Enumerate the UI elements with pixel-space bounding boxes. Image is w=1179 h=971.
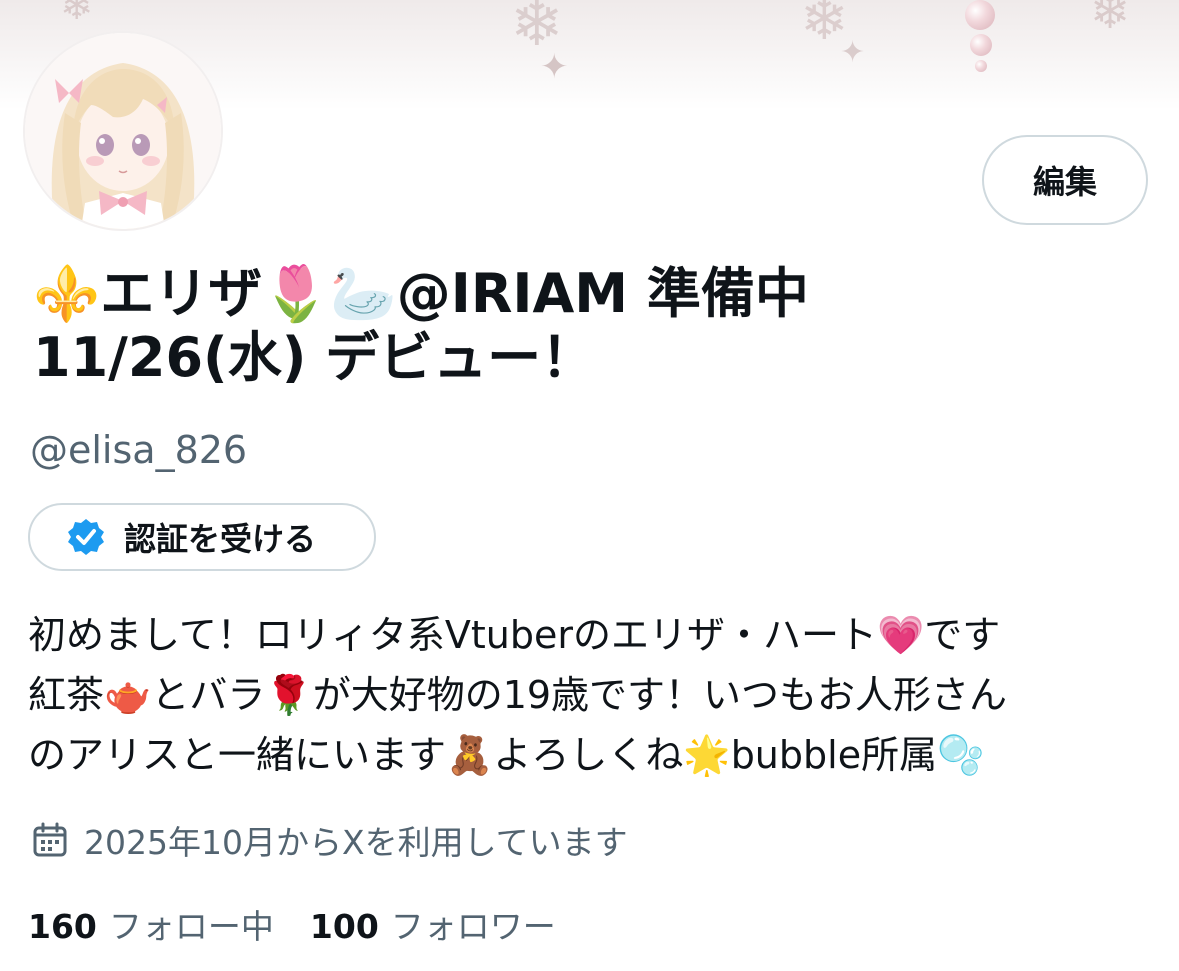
swan-icon: 🦢 — [329, 262, 397, 325]
teapot-icon: 🫖 — [104, 673, 152, 717]
followers-label: フォロワー — [390, 907, 556, 946]
profile-page: ❄ ❄ ✦ ❄ ✦ ❄ 編集 ⚜️エリザ🌷🦢@IRIAM 準備中 11/26(水… — [0, 0, 1179, 971]
bio-line-1: 初めまして！ロリィタ系Vtuberのエリザ・ハート💗です — [28, 605, 1148, 665]
avatar-image — [25, 33, 221, 229]
bubbles-icon: 🫧 — [937, 733, 985, 777]
verified-badge-icon — [68, 519, 104, 555]
display-name: ⚜️エリザ🌷🦢@IRIAM 準備中 11/26(水) デビュー！ — [33, 262, 993, 390]
bead-decoration — [975, 60, 987, 72]
bio-text: よろしくね — [493, 733, 684, 777]
bio-text: bubble所属 — [730, 733, 938, 777]
follow-stats: 160 フォロー中 100 フォロワー — [28, 900, 592, 948]
star-icon: 🌟 — [683, 733, 731, 777]
bead-decoration — [965, 0, 995, 30]
get-verified-label: 認証を受ける — [124, 520, 317, 558]
calendar-icon — [33, 822, 67, 857]
followers-link[interactable]: 100 フォロワー — [310, 900, 556, 948]
bio-text: のアリスと一緒にいます — [28, 733, 447, 777]
edit-profile-button[interactable]: 編集 — [982, 135, 1148, 225]
display-name-line-1: ⚜️エリザ🌷🦢@IRIAM 準備中 — [33, 262, 993, 326]
rose-icon: 🌹 — [265, 673, 313, 717]
bio-text: 紅茶 — [28, 673, 105, 717]
snowflake-decoration: ❄ — [60, 0, 94, 29]
pink-heart-icon: 💗 — [876, 613, 925, 657]
bead-decoration — [970, 34, 992, 56]
join-date-text: 2025年10月からXを利用しています — [84, 823, 628, 862]
bio-line-3: のアリスと一緒にいます🧸よろしくね🌟bubble所属🫧 — [28, 725, 1148, 785]
bio-text: とバラ — [151, 673, 266, 717]
username-handle: @elisa_826 — [30, 428, 248, 472]
display-name-line-2: 11/26(水) デビュー！ — [33, 326, 596, 389]
bio-line-2: 紅茶🫖とバラ🌹が大好物の19歳です！いつもお人形さん — [28, 665, 1148, 725]
display-name-suffix: @IRIAM 準備中 — [396, 262, 809, 325]
tulip-icon: 🌷 — [262, 262, 330, 325]
display-name-text: エリザ — [100, 262, 263, 325]
join-date: 2025年10月からXを利用しています — [32, 816, 628, 864]
snowflake-decoration: ✦ — [540, 47, 569, 87]
following-label: フォロー中 — [108, 907, 274, 946]
fleur-de-lis-icon: ⚜️ — [33, 262, 101, 325]
followers-count: 100 — [309, 907, 379, 946]
snowflake-decoration: ✦ — [840, 35, 866, 70]
get-verified-button[interactable]: 認証を受ける — [28, 503, 376, 571]
profile-bio: 初めまして！ロリィタ系Vtuberのエリザ・ハート💗です 紅茶🫖とバラ🌹が大好物… — [28, 605, 1148, 785]
following-count: 160 — [28, 907, 97, 946]
snowflake-decoration: ❄ — [1090, 0, 1131, 40]
following-link[interactable]: 160 フォロー中 — [28, 900, 274, 948]
bio-text: が大好物の19歳です！いつもお人形さん — [312, 673, 1008, 717]
bio-text: 初めまして！ロリィタ系Vtuberのエリザ・ハート — [28, 613, 877, 657]
avatar[interactable] — [25, 33, 221, 229]
teddy-bear-icon: 🧸 — [446, 733, 494, 777]
bio-text: です — [924, 613, 1001, 657]
edit-profile-label: 編集 — [1032, 163, 1097, 201]
